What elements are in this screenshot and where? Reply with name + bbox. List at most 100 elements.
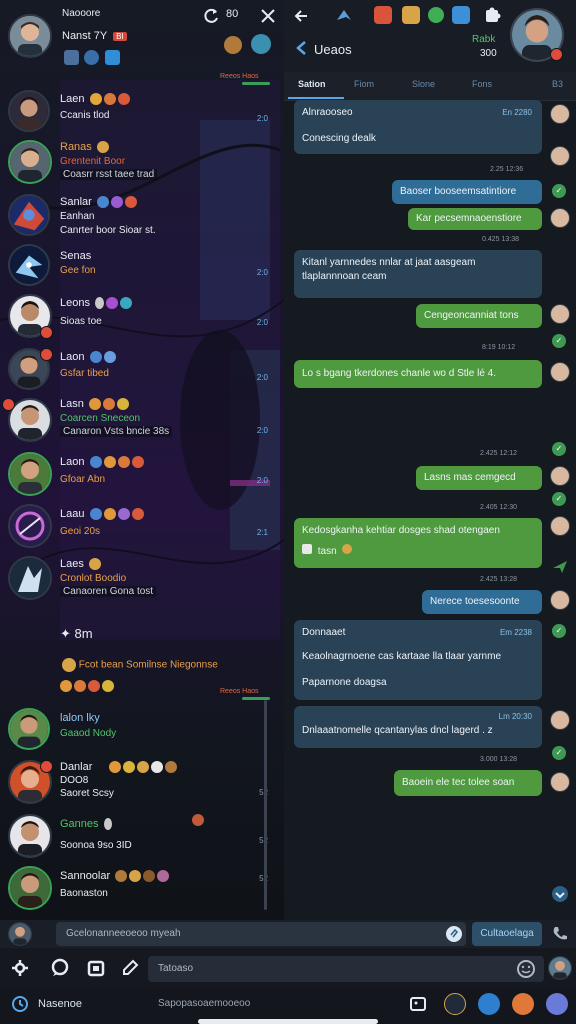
tab-sation[interactable]: Sation <box>298 79 326 89</box>
folder-icon[interactable] <box>86 958 106 978</box>
chat-name: Sannoolar <box>60 870 170 883</box>
message-bubble-outgoing[interactable]: Nerece toesesoonte <box>422 590 542 614</box>
message-time: 8:19 10:12 <box>482 344 516 351</box>
send-icon[interactable] <box>550 556 570 576</box>
send-button[interactable]: Cultaoelaga <box>472 922 542 946</box>
message-bubble-incoming[interactable]: Alnraooseo En 2280 Conescing dealk <box>294 100 542 154</box>
message-bubble-outgoing[interactable]: Cengeoncanniat tons <box>416 304 542 328</box>
shield-icon[interactable] <box>64 50 79 66</box>
chat-list-header: Naooore Nanst 7Y BI 80 Reeos Haos <box>0 0 284 86</box>
read-receipt-icon: ✓ <box>552 746 566 760</box>
earth-icon[interactable] <box>251 34 271 54</box>
chat-item[interactable]: Danlar DOO8 Saoret Scsy 52 <box>0 758 284 810</box>
avatar <box>550 146 570 166</box>
unread-badge <box>40 348 53 361</box>
moon-app-icon[interactable] <box>444 993 466 1015</box>
chat-item[interactable]: Sannoolar Baonaston 52 <box>0 864 284 914</box>
message-bubble-incoming[interactable]: Donnaaet Em 2238 Keaolnagrnoene cas kart… <box>294 620 542 700</box>
tab-slone[interactable]: Slone <box>412 79 435 89</box>
leaf-app-icon[interactable] <box>428 7 444 23</box>
chat-item[interactable]: lalon lky Gaaod Nody <box>0 706 284 754</box>
heart-emoji-icon <box>131 456 144 469</box>
compose-bar: Gcelonanneeoeoo myeah Cultaoelaga <box>0 920 576 948</box>
counter-label: 80 <box>226 8 239 20</box>
scrollbar[interactable] <box>264 700 267 910</box>
medal-icon <box>62 658 76 672</box>
self-avatar[interactable] <box>8 922 32 946</box>
tab-fiom[interactable]: Fiom <box>354 79 374 89</box>
sticker-icon[interactable] <box>224 36 242 54</box>
chat-item[interactable]: Laau Geoi 20s 2:1 <box>0 502 284 552</box>
chat-preview: Grentenit Boor <box>60 156 126 167</box>
avatar <box>8 194 50 236</box>
message-bubble-outgoing[interactable]: Kar pecsemnaoenstiore <box>408 208 542 230</box>
message-text: Kar pecsemnaoenstiore <box>416 213 522 224</box>
cookie-emoji-icon <box>342 544 353 554</box>
chat-preview-secondary: Saoret Scsy <box>60 788 114 799</box>
close-icon[interactable] <box>258 6 278 26</box>
refresh-icon[interactable] <box>201 6 221 26</box>
avatar <box>8 708 50 750</box>
puzzle-icon[interactable] <box>482 6 502 26</box>
phone-icon[interactable] <box>550 924 570 944</box>
camera-app-icon[interactable] <box>402 6 420 24</box>
chat-item[interactable]: Leons Sioas toe 2:0 <box>0 292 284 342</box>
tab-b3[interactable]: B3 <box>552 79 563 89</box>
chat-item[interactable]: Laon Gfoar Abn 2:0 <box>0 450 284 500</box>
game-app-icon[interactable] <box>512 993 534 1015</box>
message-bubble-incoming[interactable]: Lm 20:30 Dnlaaatnomelle qcantanylas dncl… <box>294 706 542 748</box>
section-notice: Fcot bean Somilnse Niegonnse <box>60 658 218 672</box>
settings-icon[interactable] <box>10 958 30 978</box>
message-text: Nerece toesesoonte <box>430 596 520 607</box>
globe-emoji-icon <box>89 456 102 469</box>
back-arrow-icon[interactable] <box>292 6 312 26</box>
message-bubble-outgoing[interactable]: Baoein ele tec tolee soan <box>394 770 542 796</box>
chat-preview: Gee fon <box>60 265 96 276</box>
message-text: Conescing dealk <box>302 133 376 144</box>
message-time: 0.425 13:38 <box>482 236 519 243</box>
chat-item[interactable]: Ranas Grentenit Boor Coasrr rsst taee tr… <box>0 138 284 188</box>
emoji-icon[interactable] <box>516 959 536 979</box>
avatar <box>550 104 570 124</box>
globe-icon[interactable] <box>84 50 100 66</box>
cookie-emoji-icon <box>143 870 156 883</box>
chevron-left-icon[interactable] <box>292 38 312 58</box>
browser-app-icon[interactable] <box>478 993 500 1015</box>
message-time: 2.425 13:28 <box>480 576 517 583</box>
profile-avatar[interactable] <box>8 14 52 58</box>
fire-app-icon[interactable] <box>374 6 392 24</box>
gallery-icon[interactable] <box>408 994 428 1014</box>
face-emoji-icon <box>129 870 142 883</box>
tag-label: Reeos Haos <box>220 688 259 695</box>
search-input[interactable]: Tatoaso <box>148 956 544 982</box>
chat-item[interactable]: Lasn Coarcen Sneceon Canaron Vsts bncie … <box>0 396 284 448</box>
account-avatar[interactable] <box>548 956 572 980</box>
chat-bubble-icon[interactable] <box>50 958 70 978</box>
tab-fons[interactable]: Fons <box>472 79 492 89</box>
message-bubble-outgoing[interactable]: Kedosgkanha kehtiar dosges shad otengaen… <box>294 518 542 568</box>
clip-icon[interactable] <box>444 924 464 944</box>
message-bubble-outgoing[interactable]: Lo s bgang tkerdones chanle wo d Stle lé… <box>294 360 542 388</box>
cookie-emoji-icon <box>96 141 109 154</box>
fire-emoji-icon <box>117 93 130 106</box>
star-icon[interactable] <box>104 50 120 66</box>
chat-name: Laen <box>60 93 130 106</box>
message-bubble-outgoing[interactable]: Baoser booseemsatintiore <box>392 180 542 204</box>
message-bubble-incoming[interactable]: Kitanl yarnnedes nnlar at jaat aasgeam t… <box>294 250 542 298</box>
home-indicator[interactable] <box>198 1019 378 1024</box>
bird-icon[interactable] <box>334 6 354 26</box>
chat-item[interactable]: Laen Ccanis tlod 2:0 <box>0 88 284 134</box>
message-bubble-outgoing[interactable]: Lasns mas cemgecd <box>416 466 542 490</box>
chat-item[interactable]: Laon Gsfar tibed 2:0 <box>0 346 284 394</box>
fire-emoji-icon <box>109 761 122 774</box>
scroll-down-icon[interactable] <box>550 884 570 904</box>
flag-emoji-icon <box>151 761 164 774</box>
chat-item[interactable]: Senas Gee fon 2:0 <box>0 242 284 288</box>
edit-icon[interactable] <box>120 958 140 978</box>
chat-item[interactable]: Laes Cronlot Boodio Canaoren Gona tost <box>0 554 284 606</box>
snow-app-icon[interactable] <box>546 993 568 1015</box>
chat-item[interactable]: Sanlar Eanhan Canrter boor Sioar st. <box>0 192 284 240</box>
message-input[interactable]: Gcelonanneeoeoo myeah <box>56 922 466 946</box>
chat-item[interactable]: Soonoa 9so 3ID <box>0 838 284 860</box>
drop-app-icon[interactable] <box>452 6 470 24</box>
